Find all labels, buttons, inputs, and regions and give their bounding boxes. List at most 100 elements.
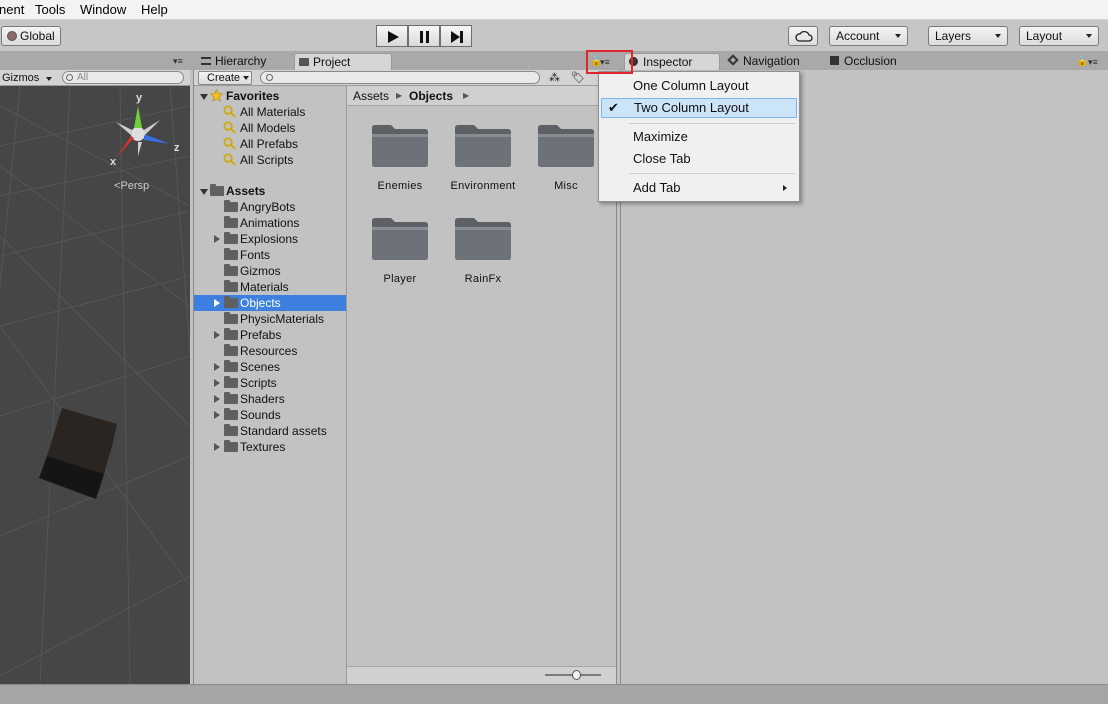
tree-item-sounds[interactable]: Sounds xyxy=(194,407,346,423)
tree-item-objects[interactable]: Objects xyxy=(194,295,346,311)
tree-item-standard-assets[interactable]: Standard assets xyxy=(194,423,346,439)
chevron-right-icon[interactable] xyxy=(214,235,220,243)
tab-navigation[interactable]: Navigation xyxy=(725,53,825,70)
favorite-item[interactable]: All Materials xyxy=(194,104,346,120)
folder-tile[interactable]: Environment xyxy=(436,122,516,202)
panel-menu-icon[interactable]: ▾≡ xyxy=(173,56,183,67)
tab-strip xyxy=(0,52,1108,70)
tab-occlusion[interactable]: Occlusion xyxy=(826,53,922,70)
tree-item-resources[interactable]: Resources xyxy=(194,343,346,359)
tree-item-prefabs[interactable]: Prefabs xyxy=(194,327,346,343)
play-button[interactable] xyxy=(376,25,408,47)
account-label: Account xyxy=(836,29,880,43)
account-dropdown[interactable]: Account xyxy=(829,26,908,46)
global-toggle-button[interactable]: Global xyxy=(1,26,61,46)
chevron-right-icon: ▶ xyxy=(463,91,470,100)
favorite-item[interactable]: All Models xyxy=(194,120,346,136)
folder-icon xyxy=(455,125,511,167)
favorite-label: All Prefabs xyxy=(240,137,299,151)
tree-item-shaders[interactable]: Shaders xyxy=(194,391,346,407)
folder-tile[interactable]: Enemies xyxy=(353,122,433,202)
chevron-down-icon[interactable] xyxy=(200,189,208,195)
chevron-right-icon[interactable] xyxy=(214,299,220,307)
chevron-right-icon[interactable] xyxy=(214,331,220,339)
menu-item-add-tab[interactable]: Add Tab xyxy=(601,178,797,198)
folder-tile[interactable]: Misc xyxy=(519,122,599,202)
menu-window[interactable]: Window xyxy=(80,2,126,17)
project-search-input[interactable] xyxy=(260,71,540,84)
tree-item-angrybots[interactable]: AngryBots xyxy=(194,199,346,215)
layers-dropdown[interactable]: Layers xyxy=(928,26,1008,46)
tree-item-materials[interactable]: Materials xyxy=(194,279,346,295)
tab-hierarchy[interactable]: Hierarchy xyxy=(197,53,291,70)
gizmos-dropdown[interactable]: Gizmos xyxy=(2,71,54,85)
menu-help[interactable]: Help xyxy=(141,2,168,17)
cloud-icon xyxy=(795,30,813,42)
chevron-right-icon[interactable] xyxy=(214,363,220,371)
folder-icon xyxy=(224,296,238,308)
menu-item-maximize[interactable]: Maximize xyxy=(601,127,797,147)
tree-item-physicmaterials[interactable]: PhysicMaterials xyxy=(194,311,346,327)
tab-hierarchy-label: Hierarchy xyxy=(215,54,267,68)
pause-icon xyxy=(420,31,429,43)
search-icon xyxy=(223,121,236,134)
scene-search-input[interactable]: All xyxy=(62,71,184,84)
tree-item-label: Scripts xyxy=(240,376,277,390)
menu-item-two-column-layout[interactable]: ✔ Two Column Layout xyxy=(601,98,797,118)
playback-controls xyxy=(376,25,472,47)
project-content-area: Assets ▶ Objects ▶ Enemies Environment Mis… xyxy=(347,86,616,684)
layout-dropdown[interactable]: Layout xyxy=(1019,26,1099,46)
tab-context-menu: One Column Layout ✔ Two Column Layout Ma… xyxy=(598,71,800,202)
favorite-item[interactable]: All Scripts xyxy=(194,152,346,168)
favorites-header[interactable]: Favorites xyxy=(194,88,346,104)
project-toolbar: Create ⁂ 🏷 xyxy=(194,70,618,86)
chevron-right-icon[interactable] xyxy=(214,411,220,419)
favorite-item[interactable]: All Prefabs xyxy=(194,136,346,152)
tab-project[interactable]: Project xyxy=(294,53,392,70)
orientation-gizmo[interactable] xyxy=(104,92,184,182)
chevron-right-icon[interactable] xyxy=(214,395,220,403)
create-dropdown[interactable]: Create xyxy=(198,71,252,85)
menu-item-close-tab[interactable]: Close Tab xyxy=(601,149,797,169)
tree-item-textures[interactable]: Textures xyxy=(194,439,346,455)
step-button[interactable] xyxy=(440,25,472,47)
folder-tile[interactable]: Player xyxy=(353,215,433,295)
chevron-right-icon[interactable] xyxy=(214,443,220,451)
tree-item-label: AngryBots xyxy=(240,200,296,214)
cloud-button[interactable] xyxy=(788,26,818,46)
gizmos-label: Gizmos xyxy=(2,72,40,84)
menu-bar: nent Tools Window Help xyxy=(0,0,1108,20)
folder-tile[interactable]: RainFx xyxy=(436,215,516,295)
search-by-label-icon[interactable]: 🏷 xyxy=(571,71,585,84)
tree-item-fonts[interactable]: Fonts xyxy=(194,247,346,263)
panel-options-icon[interactable]: ▾≡ xyxy=(1088,57,1098,68)
lock-icon[interactable]: 🔒 xyxy=(1076,56,1088,67)
menu-item-label: One Column Layout xyxy=(633,78,749,93)
search-by-type-icon[interactable]: ⁂ xyxy=(549,71,560,84)
tree-item-animations[interactable]: Animations xyxy=(194,215,346,231)
folder-icon xyxy=(224,264,238,276)
breadcrumb-objects[interactable]: Objects xyxy=(409,86,453,106)
tree-item-label: Textures xyxy=(240,440,286,454)
zoom-slider-handle[interactable] xyxy=(572,670,581,680)
tree-item-explosions[interactable]: Explosions xyxy=(194,231,346,247)
folder-icon xyxy=(455,218,511,260)
chevron-right-icon[interactable] xyxy=(214,379,220,387)
chevron-down-icon[interactable] xyxy=(200,94,208,100)
pause-button[interactable] xyxy=(408,25,440,47)
menu-component[interactable]: nent xyxy=(0,2,24,17)
tree-item-label: Resources xyxy=(240,344,298,358)
tree-item-label: Gizmos xyxy=(240,264,281,278)
tree-item-scenes[interactable]: Scenes xyxy=(194,359,346,375)
tree-item-gizmos[interactable]: Gizmos xyxy=(194,263,346,279)
scene-viewport[interactable]: y x z <Persp xyxy=(0,86,190,684)
menu-item-label: Add Tab xyxy=(633,180,681,195)
assets-header[interactable]: Assets xyxy=(194,183,346,199)
tab-inspector[interactable]: Inspector xyxy=(624,53,720,70)
menu-tools[interactable]: Tools xyxy=(35,2,65,17)
menu-item-one-column-layout[interactable]: One Column Layout xyxy=(601,76,797,96)
list-icon xyxy=(201,57,211,65)
projection-toggle[interactable]: <Persp xyxy=(114,180,149,192)
tree-item-scripts[interactable]: Scripts xyxy=(194,375,346,391)
breadcrumb-assets[interactable]: Assets xyxy=(353,86,389,106)
